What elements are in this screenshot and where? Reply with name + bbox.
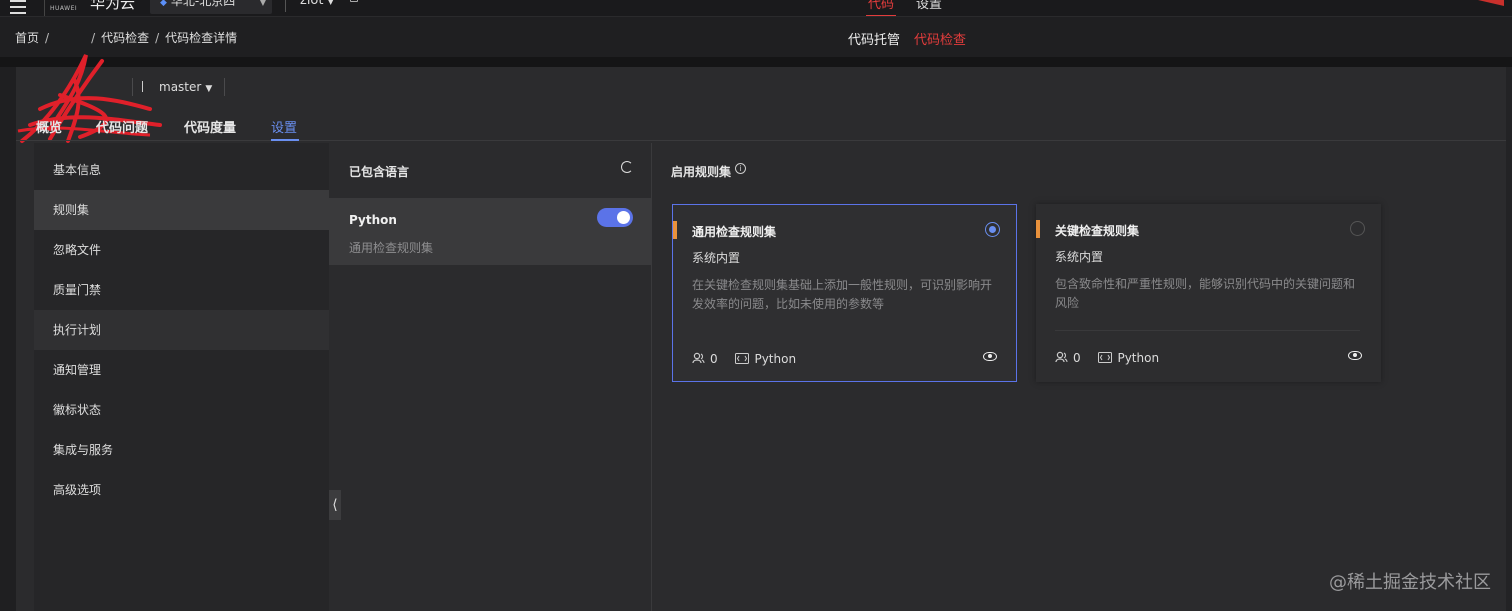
branch-icon [142,81,151,92]
breadcrumb-code-check[interactable]: 代码检查 [101,31,149,45]
sidebar-item-notifications[interactable]: 通知管理 [34,350,329,390]
ruleset-radio[interactable] [1350,221,1365,236]
sidebar-item-basic-info[interactable]: 基本信息 [34,150,329,190]
language-name: Python [349,213,397,227]
corner-marker [1472,0,1512,8]
language-toggle[interactable] [597,208,633,227]
repo-header: master ▼ [16,54,1512,143]
users-icon [1055,351,1068,363]
chevron-down-icon: ▼ [259,0,266,7]
code-icon [735,353,750,364]
ruleset-type: 系统内置 [692,251,741,265]
tab-code-issues[interactable]: 代码问题 [96,117,148,136]
ruleset-name: 通用检查规则集 [692,225,777,239]
settings-sidebar: 基本信息 规则集 忽略文件 质量门禁 执行计划 通知管理 徽标状态 集成与服务 … [34,143,329,611]
ruleset-card-general[interactable]: 通用检查规则集 系统内置 在关键检查规则集基础上添加一般性规则，可识别影响开发效… [672,204,1017,382]
tab-code-metrics[interactable]: 代码度量 [184,117,236,136]
sidebar-item-rulesets[interactable]: 规则集 [34,190,329,230]
sidebar-item-schedule[interactable]: 执行计划 [34,310,329,350]
chevron-down-icon: ▼ [205,84,213,94]
top-tab-settings[interactable]: 设置 [916,0,942,12]
service-switcher: 代码托管 代码检查 [848,29,966,48]
region-selector[interactable]: ◆ 华北-北京四 ▼ [150,0,272,14]
breadcrumb: 首页 / / 代码检查 / 代码检查详情 [15,31,238,45]
ruleset-language: Python [1117,351,1160,365]
chevron-down-icon: ▼ [327,0,334,6]
sidebar-item-ignore-files[interactable]: 忽略文件 [34,230,329,270]
card-divider [1055,330,1360,331]
eye-icon[interactable] [983,352,997,361]
refresh-icon[interactable] [621,161,633,173]
ruleset-accent-bar [1036,220,1040,238]
breadcrumb-bar: 首页 / / 代码检查 / 代码检查详情 代码托管 代码检查 [0,17,1512,57]
language-ruleset: 通用检查规则集 [349,241,434,255]
tab-code-hosting[interactable]: 代码托管 [848,33,900,48]
tab-code-check[interactable]: 代码检查 [914,33,966,48]
brand-name[interactable]: 华为云 [90,0,135,13]
ruleset-footer: 0 Python [1055,350,1159,365]
ruleset-user-count: 0 [710,352,718,366]
detail-tabs: 概览 代码问题 代码度量 设置 [16,107,1512,141]
branch-selector[interactable]: master ▼ [142,80,212,94]
divider [285,0,286,12]
languages-title: 已包含语言 [349,165,410,179]
scrollbar[interactable] [1506,67,1512,611]
sidebar-item-quality-gate[interactable]: 质量门禁 [34,270,329,310]
header-divider [0,57,1512,67]
ruleset-radio[interactable] [985,222,1000,237]
eye-icon[interactable] [1348,351,1362,360]
sidebar-item-integrations[interactable]: 集成与服务 [34,430,329,470]
ruleset-card-critical[interactable]: 关键检查规则集 系统内置 包含致命性和严重性规则，能够识别代码中的关键问题和风险… [1036,204,1381,382]
menu-icon[interactable] [10,0,26,14]
breadcrumb-current: 代码检查详情 [165,31,238,45]
ruleset-language: Python [754,352,797,366]
languages-panel: 已包含语言 Python 通用检查规则集 [329,143,652,611]
sidebar-item-advanced[interactable]: 高级选项 [34,470,329,510]
location-icon: ◆ [160,0,167,8]
info-icon[interactable]: i [735,163,746,174]
collapse-panel-button[interactable]: ⟨ [329,490,341,520]
top-navbar: HUAWEI 华为云 ◆ 华北-北京四 ▼ ziot ▼ 代码 设置 [0,0,1512,17]
divider [224,78,225,96]
ruleset-type: 系统内置 [1055,250,1104,264]
active-tab-indicator [271,139,299,141]
divider [132,78,133,96]
lock-icon [350,0,358,2]
tab-settings[interactable]: 设置 [271,117,297,136]
ruleset-footer: 0 Python [692,351,796,366]
rulesets-title: 启用规则集 [671,165,732,179]
code-icon [1098,352,1113,363]
users-icon [692,352,705,364]
language-row[interactable]: Python 通用检查规则集 [329,198,651,265]
project-selector[interactable]: ziot ▼ [300,0,334,8]
breadcrumb-home[interactable]: 首页 [15,31,39,45]
ruleset-description: 在关键检查规则集基础上添加一般性规则，可识别影响开发效率的问题，比如未使用的参数… [692,278,993,311]
ruleset-accent-bar [673,221,677,239]
ruleset-name: 关键检查规则集 [1055,224,1140,238]
ruleset-user-count: 0 [1073,351,1081,365]
ruleset-description: 包含致命性和严重性规则，能够识别代码中的关键问题和风险 [1055,277,1356,310]
content-area: master ▼ 概览 代码问题 代码度量 设置 基本信息 规则集 忽略文件 质量… [16,54,1512,611]
huawei-logo[interactable]: HUAWEI [44,0,84,16]
tab-overview[interactable]: 概览 [36,117,62,136]
rulesets-panel: 启用规则集 i 通用检查规则集 系统内置 在关键检查规则集基础上添加一般性规则，… [653,143,1506,611]
sidebar-item-badge-status[interactable]: 徽标状态 [34,390,329,430]
top-tab-code[interactable]: 代码 [868,0,894,12]
watermark: @稀土掘金技术社区 [1329,572,1491,593]
